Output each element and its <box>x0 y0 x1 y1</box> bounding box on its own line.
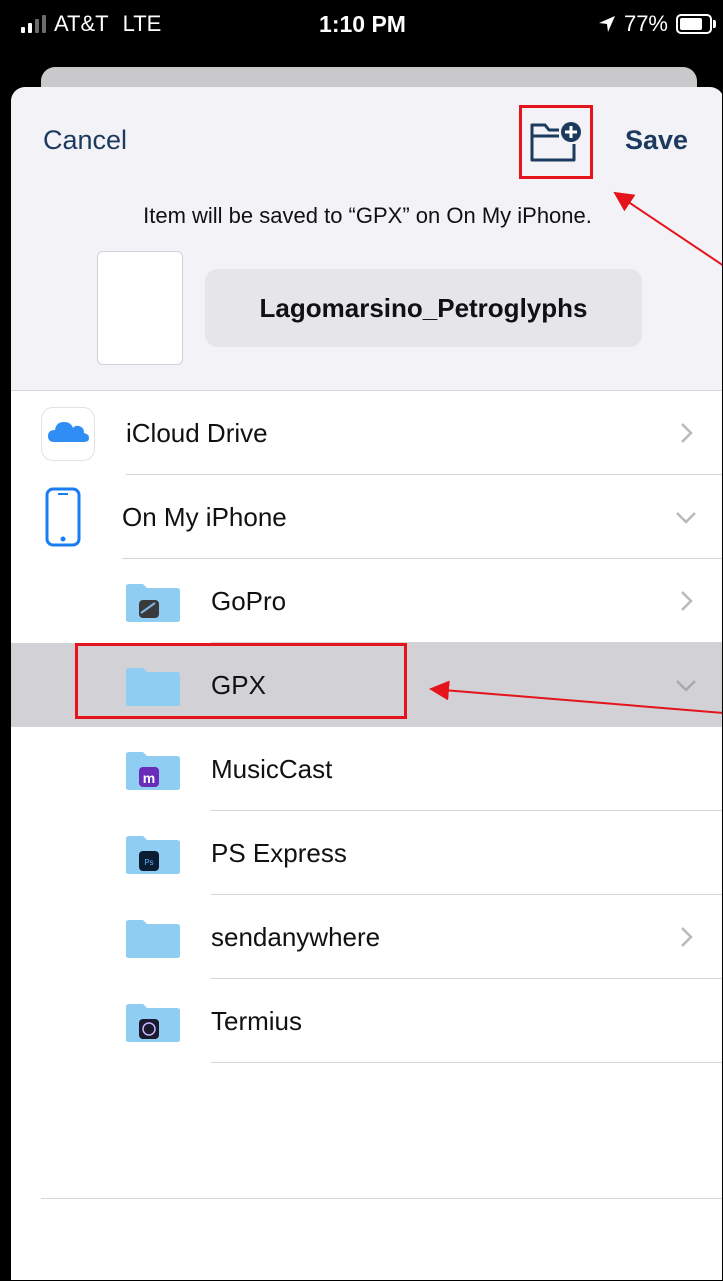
folder-row-musiccast[interactable]: m MusicCast <box>11 727 722 811</box>
battery-percent: 77% <box>623 11 668 36</box>
folder-label: PS Express <box>211 838 347 868</box>
gpx-highlight-box <box>75 643 407 719</box>
folder-label: Termius <box>211 1006 303 1036</box>
battery-info: 77% <box>598 11 716 37</box>
folder-icon <box>126 920 180 958</box>
location-row-on-my-iphone[interactable]: On My iPhone <box>11 475 722 559</box>
phone-screen: AT&T LTE 1:10 PM 77% Cancel Save Item wi… <box>0 0 723 1281</box>
filename-field[interactable]: Lagomarsino_Petroglyphs <box>205 269 642 347</box>
folder-label: MusicCast <box>211 754 333 784</box>
file-thumbnail <box>97 251 183 365</box>
iphone-icon <box>45 487 81 547</box>
chevron-down-icon <box>676 680 696 692</box>
svg-text:Ps: Ps <box>144 858 153 867</box>
location-list: iCloud Drive On My iPhone GoPro GPX m Mu… <box>11 390 722 1280</box>
location-arrow-icon <box>598 16 615 32</box>
location-label: On My iPhone <box>122 502 287 532</box>
folder-row-ps-express[interactable]: Ps PS Express <box>11 811 722 895</box>
icloud-icon <box>41 407 95 461</box>
folder-icon: Ps <box>126 836 180 874</box>
location-label: iCloud Drive <box>126 418 268 448</box>
save-destination-text: Item will be saved to “GPX” on On My iPh… <box>143 203 592 228</box>
chevron-right-icon <box>681 591 693 611</box>
svg-text:m: m <box>143 770 155 786</box>
folder-label: GoPro <box>211 586 287 616</box>
battery-icon <box>676 14 716 34</box>
folder-icon: m <box>126 752 180 790</box>
folder-label: sendanywhere <box>211 922 381 952</box>
chevron-right-icon <box>681 423 693 443</box>
folder-row-termius[interactable]: Termius <box>11 979 722 1063</box>
chevron-down-icon <box>676 512 696 524</box>
status-bar: AT&T LTE 1:10 PM 77% <box>1 1 722 51</box>
cancel-button[interactable]: Cancel <box>43 125 127 156</box>
new-folder-button[interactable] <box>519 105 593 179</box>
folder-row-sendanywhere[interactable]: sendanywhere <box>11 895 722 979</box>
folder-icon <box>126 1004 180 1042</box>
new-folder-icon <box>530 122 581 162</box>
chevron-right-icon <box>681 927 693 947</box>
folder-icon <box>126 584 180 622</box>
save-button[interactable]: Save <box>625 125 688 156</box>
location-row-icloud-drive[interactable]: iCloud Drive <box>11 391 722 475</box>
divider <box>41 1198 722 1199</box>
folder-row-gopro[interactable]: GoPro <box>11 559 722 643</box>
